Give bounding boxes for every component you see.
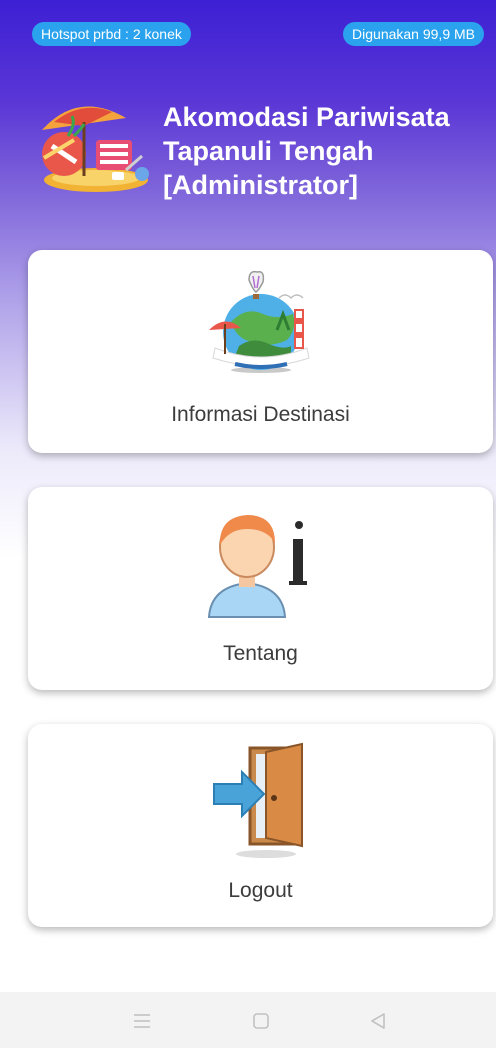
user-info-icon	[207, 515, 307, 618]
app-title-line-1: Akomodasi Pariwisata	[163, 102, 450, 132]
data-usage-status: Digunakan 99,9 MB	[343, 22, 484, 46]
logout-label: Logout	[228, 879, 293, 902]
travel-globe-icon	[208, 270, 310, 373]
app-title: Akomodasi Pariwisata Tapanuli Tengah [Ad…	[163, 100, 485, 202]
app-title-line-3: [Administrator]	[163, 170, 358, 200]
app-title-line-2: Tapanuli Tengah	[163, 136, 374, 166]
hotspot-status: Hotspot prbd : 2 konek	[32, 22, 191, 46]
tentang-label: Tentang	[223, 642, 298, 665]
informasi-destinasi-label: Informasi Destinasi	[171, 403, 350, 426]
beach-chair-umbrella-icon	[42, 106, 149, 192]
system-navigation-bar	[0, 992, 496, 1048]
home-square-icon[interactable]	[250, 1010, 272, 1032]
logout-button[interactable]: Logout	[28, 724, 493, 927]
menu-icon[interactable]	[131, 1010, 153, 1032]
app-header: Akomodasi Pariwisata Tapanuli Tengah [Ad…	[38, 96, 488, 206]
tentang-button[interactable]: Tentang	[28, 487, 493, 690]
informasi-destinasi-button[interactable]: Informasi Destinasi	[28, 250, 493, 453]
back-triangle-icon[interactable]	[367, 1010, 389, 1032]
exit-door-icon	[212, 742, 303, 858]
status-bar: Hotspot prbd : 2 konek Digunakan 99,9 MB	[0, 20, 496, 52]
